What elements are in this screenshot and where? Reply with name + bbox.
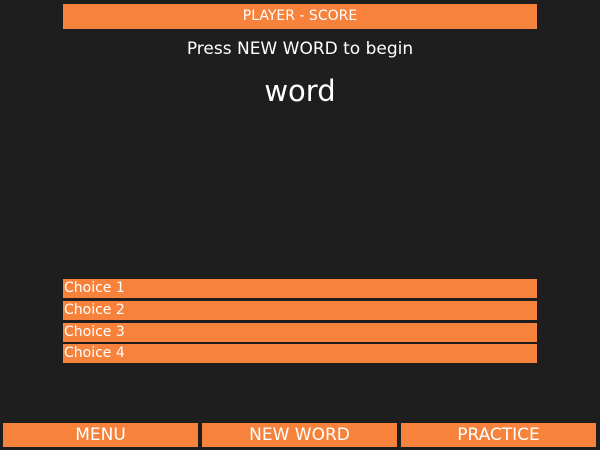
menu-button[interactable]: MENU [3,423,198,447]
instruction-text: Press NEW WORD to begin [186,39,414,59]
current-word: word [264,74,336,108]
player-score-bar: PLAYER - SCORE [63,4,537,29]
choice-button-2[interactable]: Choice 2 [63,301,537,320]
practice-button[interactable]: PRACTICE [401,423,596,447]
new-word-button[interactable]: NEW WORD [202,423,397,447]
choice-button-3[interactable]: Choice 3 [63,323,537,342]
choice-button-1[interactable]: Choice 1 [63,279,537,298]
choice-button-4[interactable]: Choice 4 [63,344,537,363]
